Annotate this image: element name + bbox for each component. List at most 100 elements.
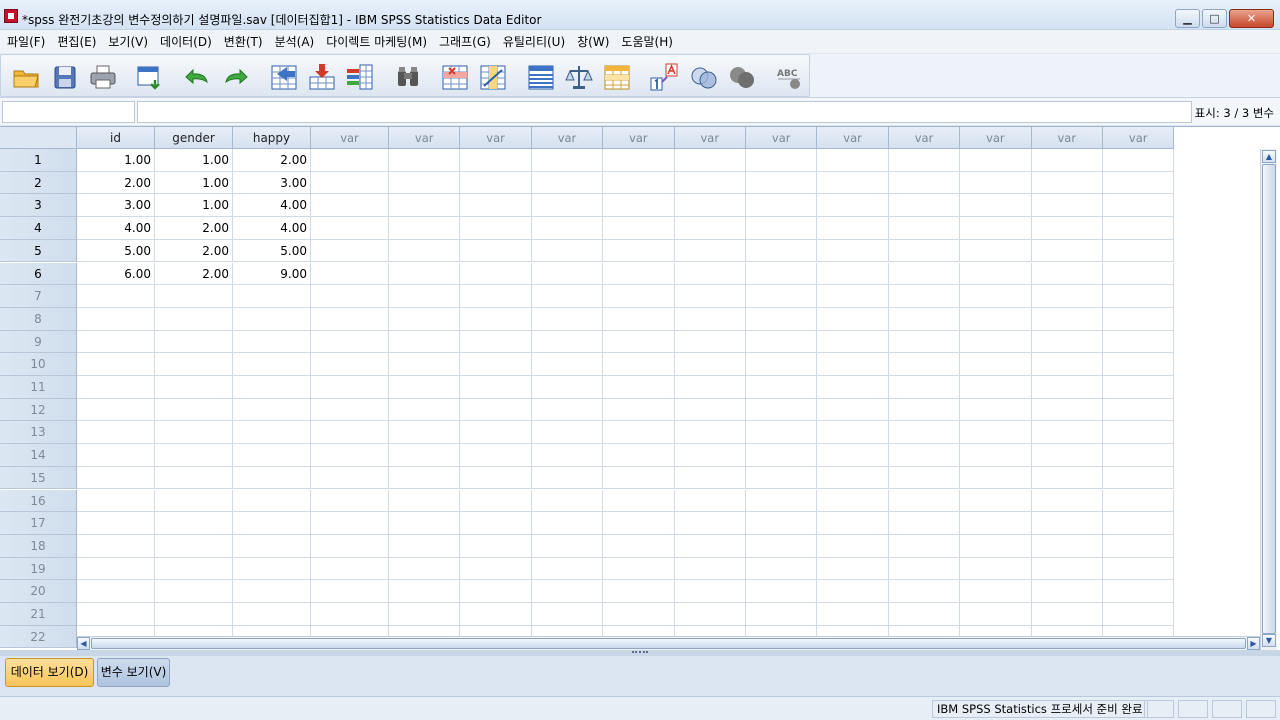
table-cell[interactable] <box>311 217 389 240</box>
table-cell[interactable] <box>1103 149 1175 172</box>
table-cell[interactable] <box>817 262 889 286</box>
table-cell[interactable] <box>960 398 1032 422</box>
column-header[interactable]: var <box>674 127 746 149</box>
table-cell[interactable] <box>77 466 155 490</box>
table-cell[interactable] <box>531 194 604 218</box>
column-header[interactable]: var <box>817 127 889 149</box>
table-cell[interactable] <box>389 217 461 240</box>
column-header[interactable]: var <box>531 127 604 149</box>
table-cell[interactable] <box>960 285 1032 308</box>
table-cell[interactable] <box>888 194 961 218</box>
goto-case-icon[interactable] <box>269 62 299 92</box>
table-cell[interactable] <box>746 444 818 467</box>
table-cell[interactable] <box>888 171 961 195</box>
table-cell[interactable] <box>531 171 604 195</box>
table-cell[interactable] <box>311 353 389 376</box>
table-cell[interactable] <box>817 512 889 535</box>
table-cell[interactable]: 1.00 <box>77 149 155 172</box>
table-cell[interactable] <box>311 466 389 490</box>
table-cell[interactable] <box>746 376 818 399</box>
table-cell[interactable] <box>1103 444 1175 467</box>
table-cell[interactable] <box>960 330 1032 354</box>
table-cell[interactable] <box>389 421 461 445</box>
table-cell[interactable] <box>460 421 532 445</box>
table-cell[interactable] <box>674 557 746 581</box>
table-cell[interactable] <box>674 603 746 626</box>
table-cell[interactable] <box>531 466 604 490</box>
weight-cases-icon[interactable] <box>564 62 594 92</box>
table-cell[interactable] <box>531 239 604 263</box>
table-cell[interactable] <box>233 466 311 490</box>
table-cell[interactable] <box>531 376 604 399</box>
table-cell[interactable] <box>155 285 233 308</box>
table-cell[interactable] <box>746 421 818 445</box>
table-cell[interactable] <box>888 285 961 308</box>
table-cell[interactable] <box>233 421 311 445</box>
column-header[interactable]: var <box>888 127 961 149</box>
table-cell[interactable] <box>674 307 746 331</box>
table-cell[interactable] <box>1103 580 1175 603</box>
table-cell[interactable]: 1.00 <box>155 171 233 195</box>
table-cell[interactable] <box>233 489 311 513</box>
table-cell[interactable] <box>960 603 1032 626</box>
table-cell[interactable] <box>155 489 233 513</box>
table-cell[interactable] <box>460 307 532 331</box>
table-cell[interactable] <box>1103 330 1175 354</box>
table-cell[interactable] <box>888 262 961 286</box>
cell-reference-box[interactable] <box>2 101 135 123</box>
table-cell[interactable] <box>77 534 155 558</box>
table-cell[interactable] <box>311 603 389 626</box>
table-cell[interactable] <box>155 534 233 558</box>
table-cell[interactable] <box>1031 444 1103 467</box>
table-cell[interactable] <box>77 580 155 603</box>
table-cell[interactable] <box>817 398 889 422</box>
table-cell[interactable] <box>155 330 233 354</box>
table-cell[interactable]: 2.00 <box>233 149 311 172</box>
table-cell[interactable] <box>746 398 818 422</box>
row-header[interactable]: 19 <box>0 557 77 581</box>
table-cell[interactable] <box>1031 603 1103 626</box>
row-header[interactable]: 14 <box>0 444 77 467</box>
table-cell[interactable] <box>817 239 889 263</box>
table-cell[interactable] <box>311 239 389 263</box>
table-cell[interactable] <box>746 466 818 490</box>
table-cell[interactable] <box>460 262 532 286</box>
table-cell[interactable] <box>960 444 1032 467</box>
table-cell[interactable] <box>960 466 1032 490</box>
table-cell[interactable] <box>674 512 746 535</box>
table-cell[interactable] <box>389 171 461 195</box>
scroll-up-arrow-icon[interactable]: ▲ <box>1262 150 1276 163</box>
split-file-icon[interactable] <box>526 62 556 92</box>
table-cell[interactable] <box>603 512 675 535</box>
table-cell[interactable] <box>531 262 604 286</box>
row-header[interactable]: 4 <box>0 217 77 240</box>
table-cell[interactable] <box>1103 262 1175 286</box>
table-cell[interactable]: 3.00 <box>233 171 311 195</box>
table-cell[interactable] <box>77 512 155 535</box>
table-cell[interactable] <box>531 353 604 376</box>
table-cell[interactable] <box>603 421 675 445</box>
column-header[interactable]: var <box>389 127 461 149</box>
table-cell[interactable] <box>603 580 675 603</box>
table-cell[interactable] <box>674 217 746 240</box>
table-cell[interactable]: 2.00 <box>77 171 155 195</box>
table-cell[interactable] <box>155 466 233 490</box>
column-header[interactable]: var <box>603 127 675 149</box>
table-cell[interactable] <box>603 489 675 513</box>
menu-help[interactable]: 도움말(H) <box>616 33 678 50</box>
table-cell[interactable]: 2.00 <box>155 262 233 286</box>
table-cell[interactable] <box>389 398 461 422</box>
table-cell[interactable] <box>674 330 746 354</box>
table-cell[interactable] <box>603 307 675 331</box>
table-cell[interactable] <box>746 512 818 535</box>
table-cell[interactable] <box>674 534 746 558</box>
table-cell[interactable] <box>77 307 155 331</box>
table-cell[interactable] <box>389 376 461 399</box>
grid-corner[interactable] <box>0 127 77 149</box>
table-cell[interactable] <box>674 194 746 218</box>
table-cell[interactable] <box>460 149 532 172</box>
horizontal-scroll-thumb[interactable] <box>91 638 1246 649</box>
table-cell[interactable] <box>960 557 1032 581</box>
table-cell[interactable] <box>311 171 389 195</box>
table-cell[interactable] <box>460 285 532 308</box>
